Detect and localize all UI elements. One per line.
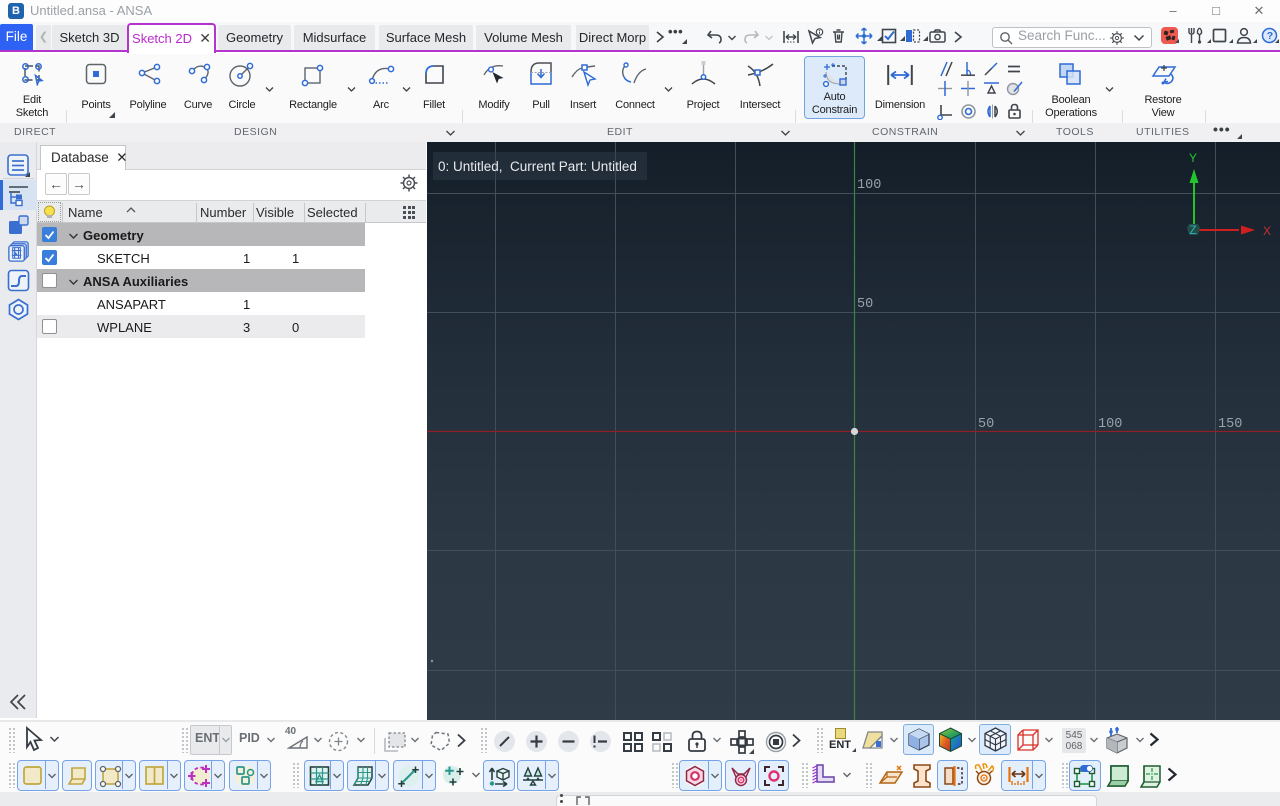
svg-text:Z: Z: [1190, 225, 1197, 237]
svg-text:50: 50: [857, 297, 873, 312]
svg-text:100: 100: [1098, 417, 1122, 432]
svg-text:Y: Y: [1189, 151, 1197, 165]
svg-text:X: X: [1263, 224, 1271, 238]
svg-text:100: 100: [857, 178, 881, 193]
svg-text:50: 50: [978, 417, 994, 432]
svg-text:?: ?: [1267, 30, 1273, 42]
svg-text:150: 150: [1218, 417, 1242, 432]
svg-text:0: Untitled, Current Part: Un: 0: Untitled, Current Part: Untitled: [438, 159, 637, 174]
